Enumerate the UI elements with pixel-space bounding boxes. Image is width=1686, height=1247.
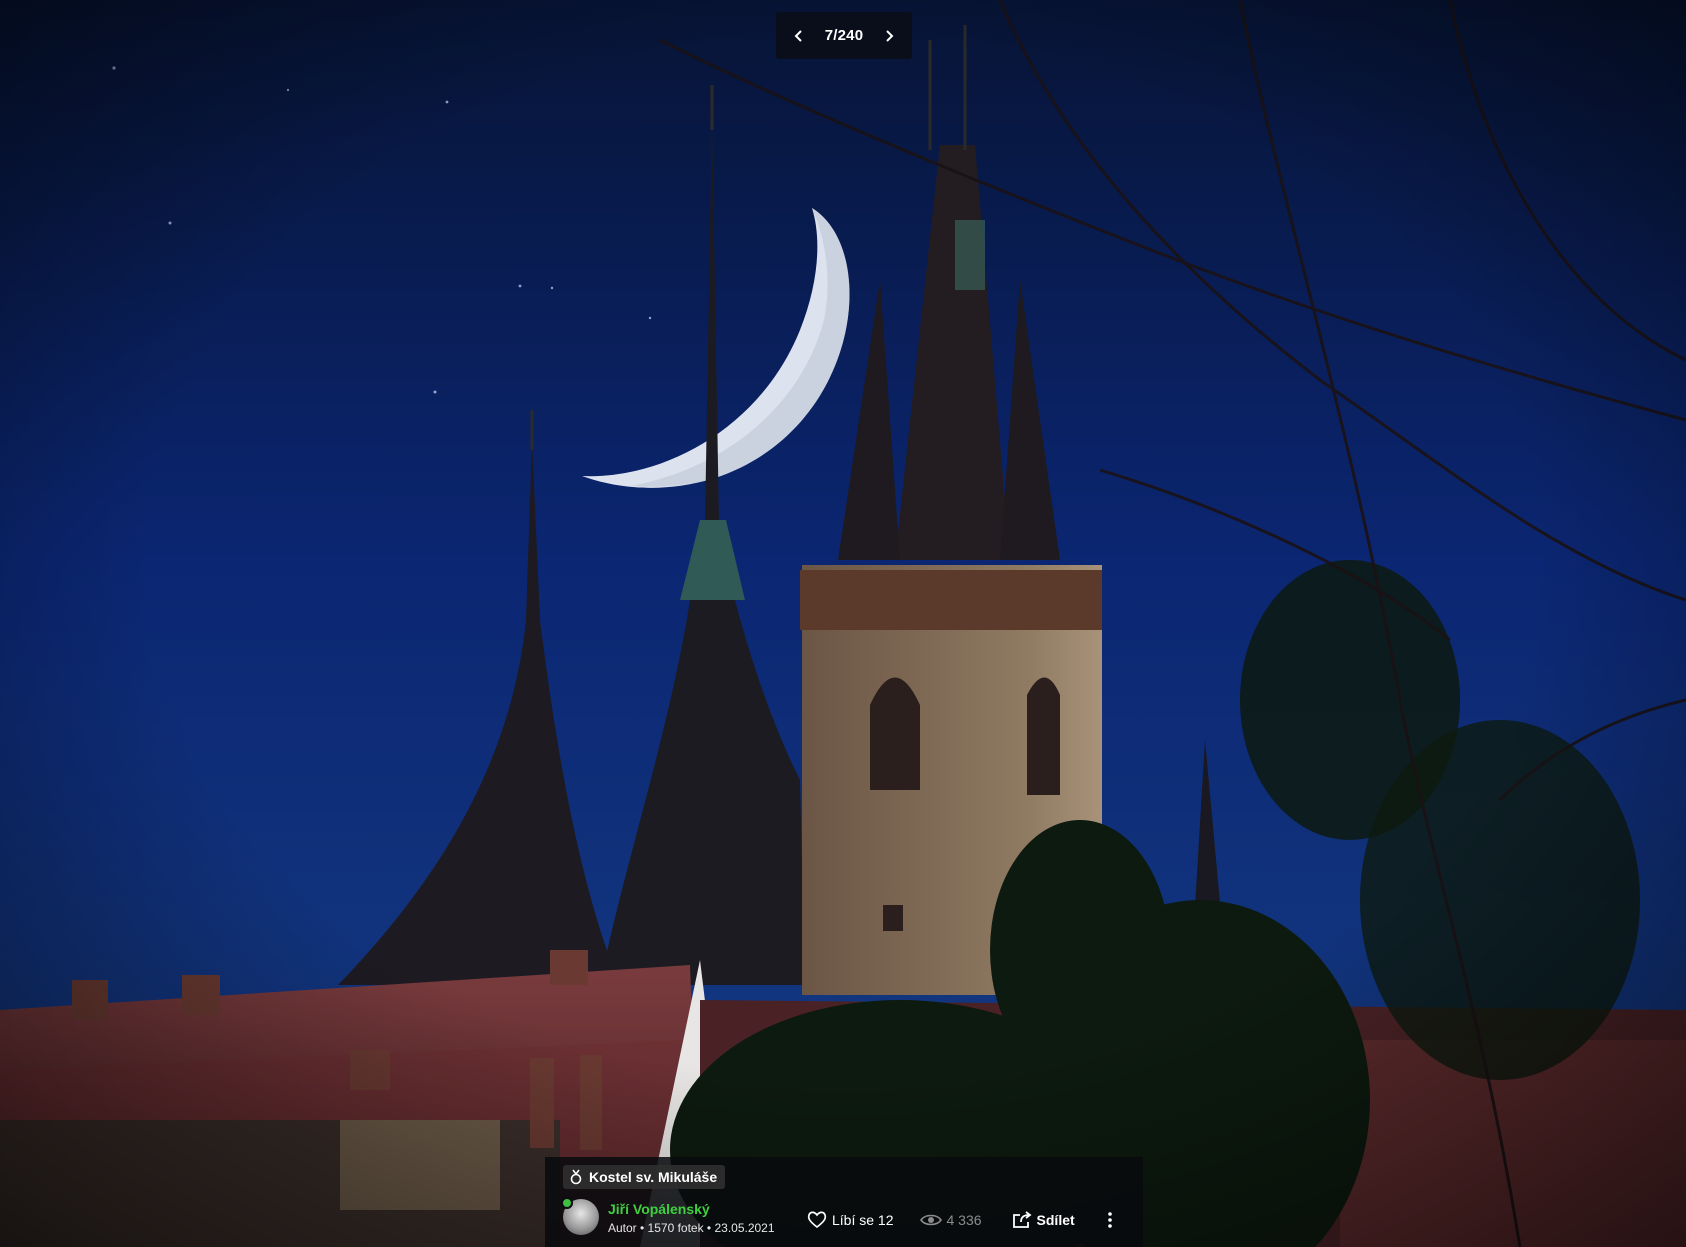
views-counter: 4 336 [919, 1212, 982, 1228]
heart-icon [807, 1211, 827, 1229]
medal-icon [569, 1168, 583, 1186]
next-photo-button[interactable] [878, 25, 900, 47]
prev-photo-button[interactable] [788, 25, 810, 47]
photo-counter: 7/240 [824, 27, 864, 44]
share-label: Sdílet [1036, 1212, 1075, 1228]
chevron-right-icon [886, 29, 894, 42]
share-icon [1012, 1211, 1032, 1228]
author-name[interactable]: Jiří Vopálenský [608, 1201, 710, 1217]
location-tag[interactable]: Kostel sv. Mikuláše [563, 1165, 726, 1189]
share-button[interactable]: Sdílet [1012, 1211, 1075, 1229]
more-options-button[interactable] [1105, 1211, 1115, 1229]
photo-image [0, 0, 1686, 1247]
photo-title: Kostel sv. Mikuláše [589, 1169, 718, 1185]
likes-label: Líbí se 12 [832, 1212, 894, 1228]
like-button[interactable]: Líbí se 12 [807, 1211, 894, 1229]
views-count: 4 336 [946, 1212, 982, 1228]
photo-info-bar: Kostel sv. Mikuláše Jiří Vopálenský Auto… [545, 1157, 1143, 1247]
author-meta: Autor • 1570 fotek • 23.05.2021 [608, 1221, 775, 1235]
chevron-left-icon [794, 29, 802, 42]
more-vertical-icon [1107, 1212, 1112, 1228]
eye-icon [919, 1214, 942, 1226]
online-status-icon [561, 1197, 573, 1209]
photo-actions: Líbí se 12 4 336 Sdílet [807, 1209, 1115, 1231]
photo-pager: 7/240 [776, 12, 912, 59]
